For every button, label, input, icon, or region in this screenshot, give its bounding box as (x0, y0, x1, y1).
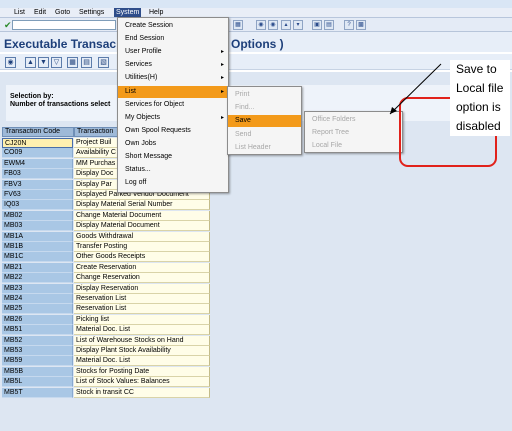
callout-arrow (389, 63, 442, 115)
annotation-line: Save to (456, 62, 497, 76)
annotation-note: Save to Local file option is disabled (450, 60, 510, 136)
annotation-line: Local file (456, 81, 504, 95)
annotation-line: option is (456, 100, 501, 114)
annotation-line: disabled (456, 119, 501, 133)
